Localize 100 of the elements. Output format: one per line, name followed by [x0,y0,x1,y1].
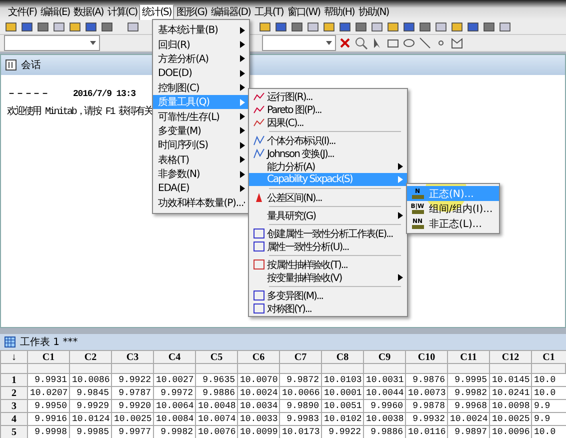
table-cell: 10.0102 [322,412,364,426]
column-header[interactable]: C10 [406,350,448,364]
menu-item[interactable]: 运行图(R)... [249,90,407,103]
table-cell: 9.9983 [280,412,322,426]
table-cell: 9.9931 [28,374,70,386]
menu-item[interactable]: EDA(E) [153,181,249,196]
table-cell: 9.9922 [112,374,154,386]
menu-item[interactable]: 量具研究(G) [249,209,407,222]
menu-item[interactable]: 按变量抽样验收(V) [249,271,407,284]
table-cell: 9.9787 [112,386,154,400]
table-cell: 10.0073 [406,386,448,400]
menu-item[interactable]: 时间序列(S) [153,138,249,153]
menu-item[interactable]: 属性一致性分析(U)... [249,240,407,253]
table-cell: 10.0099 [238,426,280,438]
table-cell: 10.0124 [70,412,112,426]
column-header[interactable]: C9 [364,350,406,364]
table-cell: 9.9890 [280,400,322,412]
table-cell: 9.9950 [28,400,70,412]
table-cell: 10.0084 [154,412,196,426]
row-header[interactable]: 5 [0,426,28,438]
menu-item[interactable]: 多变异图(M)... [249,289,407,302]
table-cell: 10.0 [532,386,566,400]
table-cell: 9.9845 [70,386,112,400]
menu-item[interactable]: 因果(C)... [249,116,407,129]
menu-item[interactable]: 文件(F) [6,4,39,20]
menu-item[interactable]: 基本统计量(B) [153,23,249,38]
menu-item[interactable]: 功效和样本数量(P)... [153,196,249,210]
menu-item[interactable]: 能力分析(A) [249,160,407,173]
menu-item[interactable]: 公差区间(N)... [249,191,407,204]
menu-item[interactable]: 按属性抽样验收(T)... [249,258,407,271]
table-cell: 10.0074 [196,412,238,426]
table-cell: 10.0025 [490,412,532,426]
table-cell: 10.0025 [112,412,154,426]
table-cell: 10.0027 [154,374,196,386]
menu-item[interactable]: 控制图(C) [153,80,249,95]
table-cell: 10.0033 [238,412,280,426]
table-cell: 9.9932 [406,412,448,426]
menu-item[interactable]: 窗口(W) [285,4,322,20]
column-header[interactable]: C11 [448,350,490,364]
table-cell: 10.0207 [28,386,70,400]
table-cell: 10.0066 [280,386,322,400]
menu-item[interactable]: 回归(R) [153,37,249,52]
menu-item[interactable]: 表格(T) [153,152,249,167]
table-cell: 10.0103 [322,374,364,386]
window-title: 会话 [21,58,41,72]
column-header[interactable]: C8 [322,350,364,364]
row-header[interactable]: 3 [0,400,28,412]
table-cell: 10.0145 [490,374,532,386]
menu-item[interactable]: 对称图(Y)... [249,302,407,315]
menu-item[interactable]: 统计(S) [139,4,174,20]
table-cell: 9.9972 [154,386,196,400]
menu-item[interactable]: Pareto 图(P)... [249,103,407,116]
table-cell: 10.0024 [448,412,490,426]
menu-item[interactable]: 数据(A) [72,4,106,20]
table-cell: 10.0 [532,374,566,386]
table-cell: 10.0098 [490,400,532,412]
row-header[interactable]: 1 [0,374,28,386]
row-header[interactable]: 2 [0,386,28,400]
table-cell: 9.9929 [70,400,112,412]
table-cell: 10.0076 [196,426,238,438]
table-cell: 9.9876 [406,374,448,386]
menu-item[interactable]: 非参数(N) [153,166,249,182]
column-header[interactable]: C6 [238,350,280,364]
column-header[interactable]: C7 [280,350,322,364]
column-header[interactable]: C12 [490,350,532,364]
column-header[interactable]: C4 [154,350,196,364]
menu-item[interactable]: 帮助(H) [322,4,356,20]
table-cell: 10.0001 [322,386,364,400]
menu-item[interactable]: 创建属性一致性分析工作表(E)... [249,227,407,240]
column-header[interactable]: C5 [196,350,238,364]
table-cell: 9.9 [532,400,566,412]
menu-item[interactable]: 工具(T) [252,4,286,20]
table-cell: 9.9968 [448,400,490,412]
column-header[interactable]: C1 [532,350,566,364]
column-header[interactable]: C2 [70,350,112,364]
menu-item[interactable]: 可靠性/生存(L) [153,109,249,124]
menu-item[interactable]: Johnson 变换(J)... [249,147,407,160]
table-cell: 10.0064 [154,400,196,412]
menu-item[interactable]: 编辑器(D) [208,4,252,20]
column-header[interactable]: C3 [112,350,154,364]
menu-item[interactable]: 协助(N) [356,4,391,20]
table-cell: 9.9982 [448,386,490,400]
menu-item[interactable]: 个体分布标识(I)... [249,134,407,147]
menu-item[interactable]: 编辑(E) [38,4,72,20]
column-header[interactable]: ↓ [0,350,28,364]
row-header[interactable]: 4 [0,412,28,426]
table-cell: 10.0116 [406,426,448,438]
menu-item[interactable]: 计算(C) [105,4,140,20]
menu-item[interactable]: 方差分析(A) [153,52,249,66]
table-cell: 10.0070 [238,374,280,386]
table-cell: 9.9635 [196,374,238,386]
table-cell: 10.0241 [490,386,532,400]
table-cell: 10.0031 [364,374,406,386]
menu-item[interactable]: 多变量(M) [153,124,249,138]
table-cell: 10.0024 [238,386,280,400]
table-cell: 10.0051 [322,400,364,412]
menu-item[interactable]: DOE(D) [153,66,249,81]
table-cell: 9.9920 [112,400,154,412]
menu-item[interactable]: 图形(G) [174,4,209,20]
column-header[interactable]: C1 [28,350,70,364]
